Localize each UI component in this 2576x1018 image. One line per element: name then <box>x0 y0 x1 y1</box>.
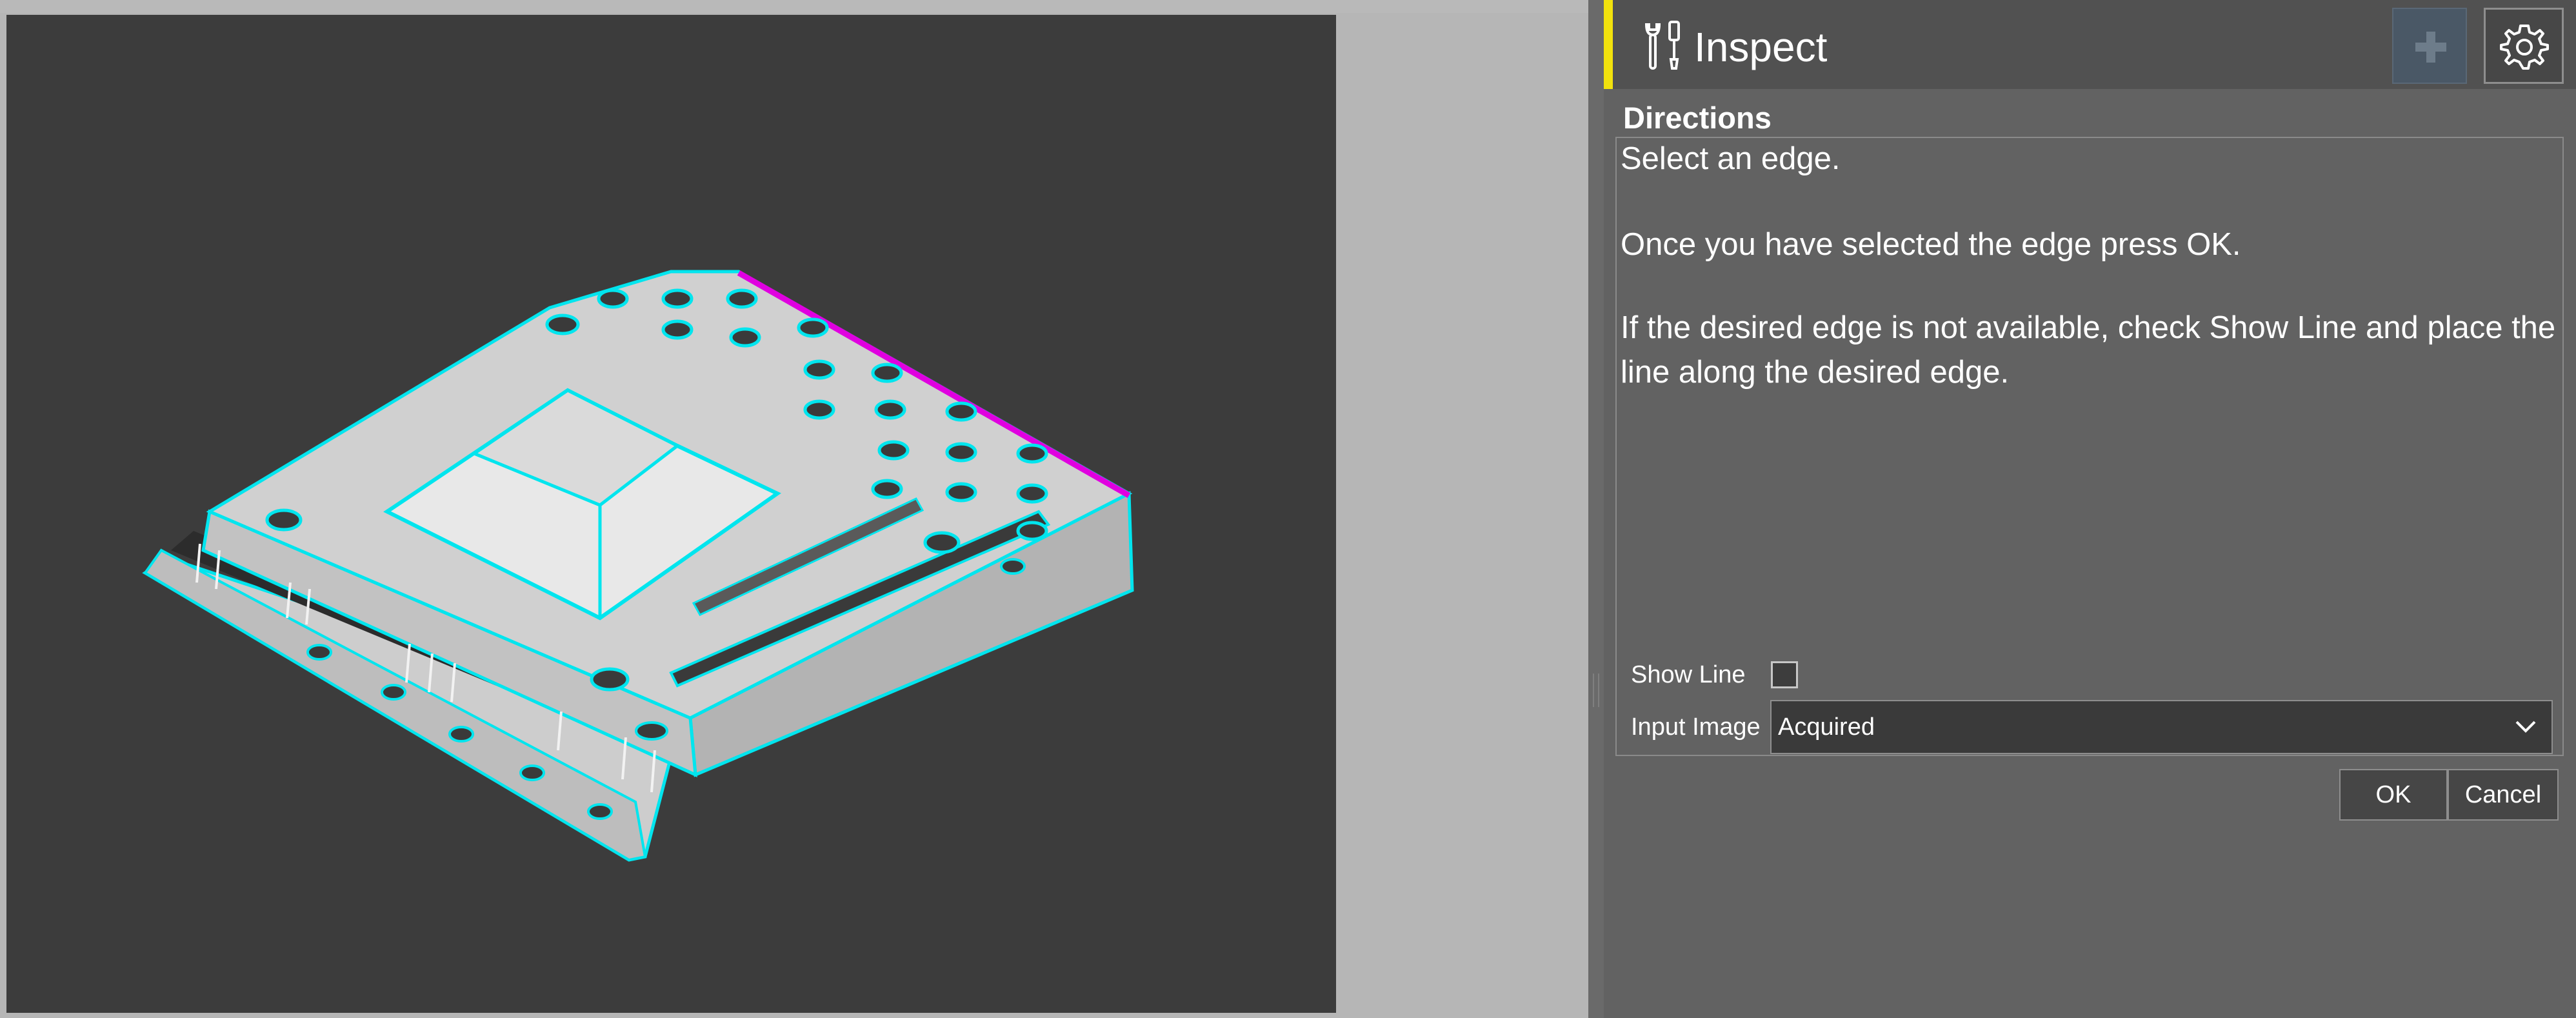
gear-icon <box>2500 25 2549 70</box>
directions-line: Select an edge. <box>1621 141 1841 176</box>
input-image-label: Input Image <box>1631 714 1761 741</box>
panel-title: Inspect <box>1694 24 1828 70</box>
app-window: Inspect Directions Select an edge. Once … <box>0 0 2576 1018</box>
cancel-button[interactable]: Cancel <box>2448 769 2559 821</box>
panel-header: Inspect <box>1604 0 2576 89</box>
input-image-select[interactable]: Acquired <box>1770 700 2553 754</box>
panel-splitter[interactable] <box>1588 0 1604 1018</box>
directions-line: Once you have selected the edge press OK… <box>1621 227 2241 262</box>
tools-icon <box>1641 19 1688 71</box>
3d-viewport[interactable] <box>6 15 1336 1013</box>
input-image-value: Acquired <box>1778 714 1875 741</box>
splitter-grip[interactable] <box>1593 674 1599 707</box>
settings-button[interactable] <box>2484 8 2564 84</box>
part-render[interactable] <box>6 15 1336 1013</box>
add-button[interactable] <box>2392 8 2467 84</box>
directions-heading: Directions <box>1623 101 1772 135</box>
header-accent-bar <box>1604 0 1613 89</box>
show-line-label: Show Line <box>1631 661 1746 688</box>
viewer-side-area <box>1336 13 1588 1018</box>
inspect-panel: Inspect Directions Select an edge. Once … <box>1604 0 2576 1018</box>
directions-text: Select an edge. Once you have selected t… <box>1621 137 2556 395</box>
ok-button[interactable]: OK <box>2339 769 2448 821</box>
chevron-down-icon <box>2515 721 2536 733</box>
directions-line: If the desired edge is not available, ch… <box>1621 310 2556 390</box>
plus-icon <box>2415 32 2446 63</box>
show-line-checkbox[interactable] <box>1771 661 1798 688</box>
viewer-top-strip <box>0 0 1588 13</box>
